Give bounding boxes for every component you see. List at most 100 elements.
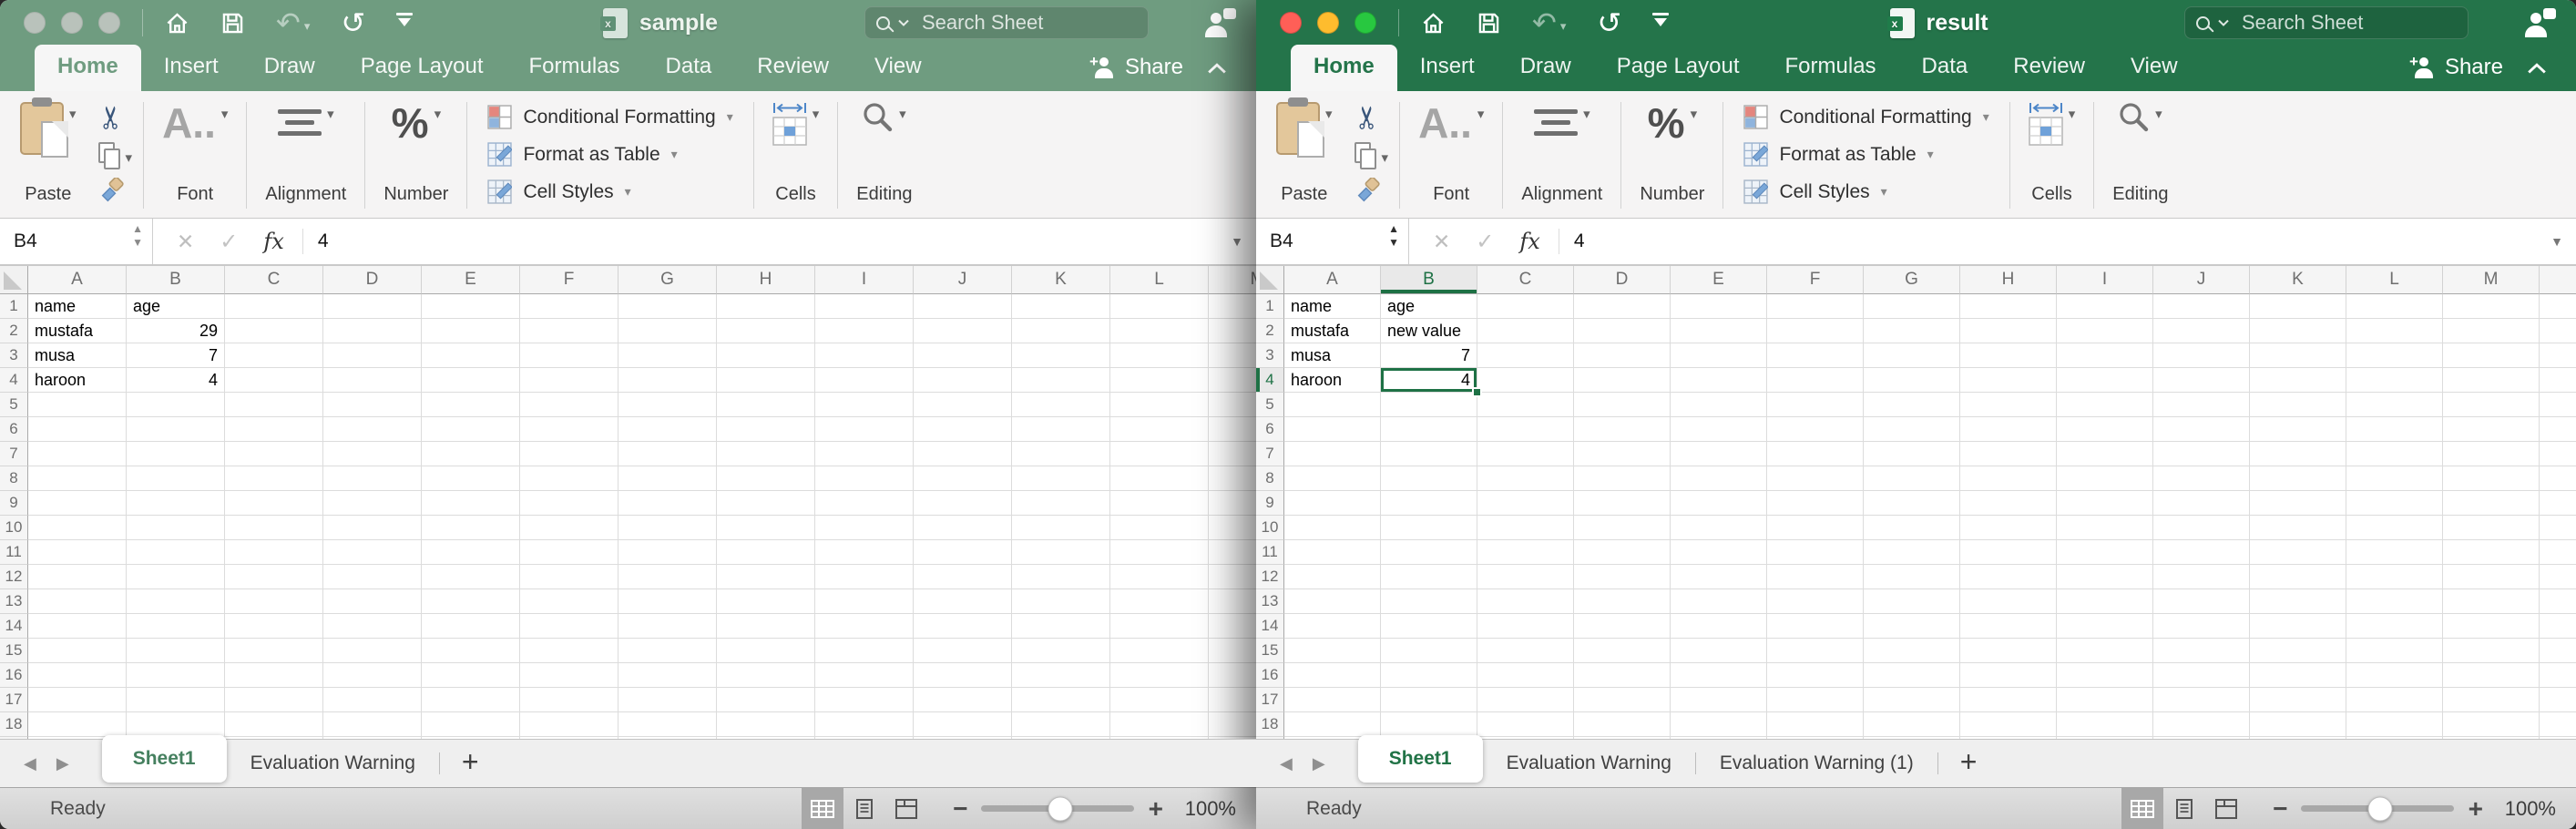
formula-input[interactable]: 4 — [1559, 230, 2550, 252]
cell-a3[interactable]: musa — [1284, 343, 1381, 368]
cell-i8[interactable] — [815, 466, 914, 491]
row-header-4[interactable]: 4 — [0, 368, 28, 393]
cell-f12[interactable] — [520, 565, 618, 589]
cell-f11[interactable] — [1767, 540, 1864, 565]
insert-function-button[interactable]: fx — [1519, 229, 1539, 254]
format-as-table-button[interactable]: Format as Table ▾ — [1743, 142, 1988, 167]
cut-button[interactable]: ✂ — [98, 102, 133, 133]
cell-c9[interactable] — [1477, 491, 1574, 516]
cell-i13[interactable] — [815, 589, 914, 614]
cell-f15[interactable] — [520, 639, 618, 663]
row-header-1[interactable]: 1 — [0, 294, 28, 319]
column-header-l[interactable]: L — [1110, 266, 1209, 294]
cell-i5[interactable] — [815, 393, 914, 417]
column-header-c[interactable]: C — [1477, 266, 1574, 294]
add-sheet-button[interactable]: + — [440, 747, 501, 780]
row-header-15[interactable]: 15 — [1256, 639, 1284, 663]
ribbon-tab-data[interactable]: Data — [1899, 45, 1991, 91]
cell-e1[interactable] — [422, 294, 520, 319]
cell-k6[interactable] — [1012, 417, 1110, 442]
cell-c6[interactable] — [1477, 417, 1574, 442]
search-box[interactable]: Search Sheet — [2184, 6, 2469, 39]
cell-h4[interactable] — [1960, 368, 2057, 393]
row-header-10[interactable]: 10 — [1256, 516, 1284, 540]
cell-h9[interactable] — [1960, 491, 2057, 516]
cell-f2[interactable] — [1767, 319, 1864, 343]
cell-d17[interactable] — [323, 688, 422, 712]
cell-a14[interactable] — [1284, 614, 1381, 639]
cell-i7[interactable] — [815, 442, 914, 466]
cell-c5[interactable] — [225, 393, 323, 417]
cell-c3[interactable] — [1477, 343, 1574, 368]
row-header-5[interactable]: 5 — [0, 393, 28, 417]
undo-dropdown-icon[interactable]: ▾ — [304, 19, 311, 36]
column-header-h[interactable]: H — [717, 266, 815, 294]
stepper-up-icon[interactable]: ▲ — [1388, 223, 1399, 234]
cell-f2[interactable] — [520, 319, 618, 343]
cell-j15[interactable] — [2153, 639, 2250, 663]
cell-i11[interactable] — [815, 540, 914, 565]
collaborate-button[interactable] — [1203, 8, 1236, 37]
enter-button[interactable]: ✓ — [1476, 229, 1494, 255]
column-header-m[interactable]: M — [2443, 266, 2540, 294]
cell-h11[interactable] — [717, 540, 815, 565]
cell-j6[interactable] — [914, 417, 1012, 442]
row-header-3[interactable]: 3 — [0, 343, 28, 368]
row-header-3[interactable]: 3 — [1256, 343, 1284, 368]
cell-h17[interactable] — [1960, 688, 2057, 712]
minimize-button[interactable] — [1317, 12, 1339, 34]
cell-i4[interactable] — [2057, 368, 2153, 393]
add-sheet-button[interactable]: + — [1938, 747, 1999, 780]
cell-f18[interactable] — [1767, 712, 1864, 737]
cell-d2[interactable] — [1574, 319, 1671, 343]
cell-c18[interactable] — [225, 712, 323, 737]
cell-m10[interactable] — [2443, 516, 2540, 540]
cell-g1[interactable] — [618, 294, 717, 319]
cell-c11[interactable] — [225, 540, 323, 565]
copy-dropdown-icon[interactable]: ▾ — [1382, 146, 1389, 165]
cell-m12[interactable] — [1209, 565, 1256, 589]
cell-i7[interactable] — [2057, 442, 2153, 466]
cell-l16[interactable] — [1110, 663, 1209, 688]
cell-f7[interactable] — [1767, 442, 1864, 466]
cell-d3[interactable] — [323, 343, 422, 368]
cell-a16[interactable] — [28, 663, 127, 688]
cell-k6[interactable] — [2250, 417, 2346, 442]
cell-j10[interactable] — [2153, 516, 2250, 540]
cell-l1[interactable] — [1110, 294, 1209, 319]
conditional-formatting-dropdown-icon[interactable]: ▾ — [727, 109, 733, 125]
cell-b1[interactable]: age — [1381, 294, 1477, 319]
cell-e6[interactable] — [1671, 417, 1767, 442]
cell-d17[interactable] — [1574, 688, 1671, 712]
ribbon-tab-insert[interactable]: Insert — [141, 45, 241, 91]
cell-g11[interactable] — [618, 540, 717, 565]
normal-view-button[interactable] — [2121, 788, 2163, 829]
column-header-b[interactable]: B — [1381, 266, 1477, 294]
cell-i15[interactable] — [815, 639, 914, 663]
cell-k1[interactable] — [1012, 294, 1110, 319]
ribbon-collapse-icon[interactable] — [1207, 62, 1227, 75]
cell-a17[interactable] — [1284, 688, 1381, 712]
cell-j11[interactable] — [914, 540, 1012, 565]
cell-a2[interactable]: mustafa — [28, 319, 127, 343]
cell-i18[interactable] — [815, 712, 914, 737]
cell-g11[interactable] — [1864, 540, 1960, 565]
cell-c2[interactable] — [1477, 319, 1574, 343]
cell-l13[interactable] — [2346, 589, 2443, 614]
cell-m7[interactable] — [2443, 442, 2540, 466]
page-break-view-button[interactable] — [2205, 788, 2247, 829]
cell-c3[interactable] — [225, 343, 323, 368]
cell-k2[interactable] — [1012, 319, 1110, 343]
cell-h6[interactable] — [1960, 417, 2057, 442]
page-layout-view-button[interactable] — [843, 788, 885, 829]
ribbon-tab-view[interactable]: View — [852, 45, 945, 91]
column-header-a[interactable]: A — [28, 266, 127, 294]
stepper-down-icon[interactable]: ▼ — [1388, 237, 1399, 248]
column-header-c[interactable]: C — [225, 266, 323, 294]
row-header-6[interactable]: 6 — [1256, 417, 1284, 442]
alignment-dropdown-icon[interactable]: ▾ — [327, 102, 334, 121]
cell-e15[interactable] — [1671, 639, 1767, 663]
cell-b8[interactable] — [1381, 466, 1477, 491]
cell-b18[interactable] — [127, 712, 225, 737]
cell-k2[interactable] — [2250, 319, 2346, 343]
